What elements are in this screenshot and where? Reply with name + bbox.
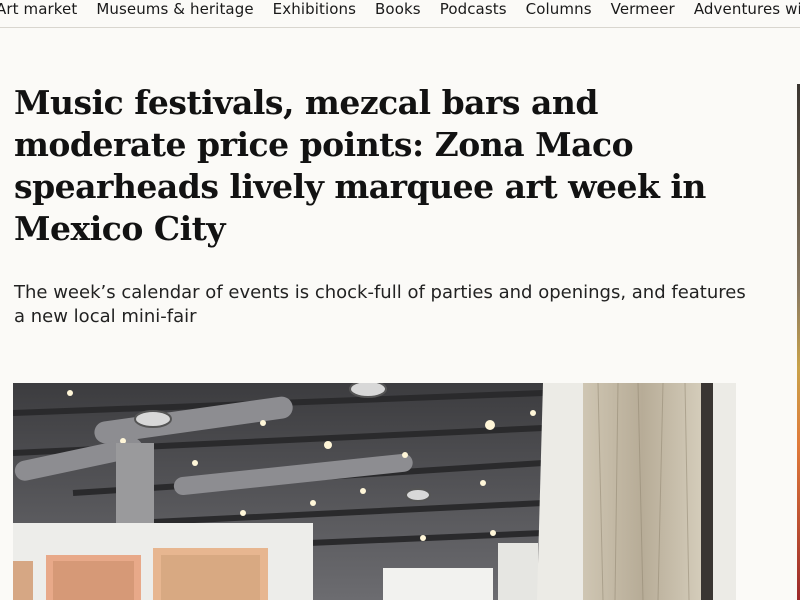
nav-item-adventures[interactable]: Adventures with Va	[694, 0, 800, 18]
article-headline: Music festivals, mezcal bars and moderat…	[14, 83, 706, 248]
nav-item-art-market[interactable]: Art market	[0, 0, 77, 18]
top-navigation: Art market Museums & heritage Exhibition…	[0, 0, 800, 28]
nav-item-columns[interactable]: Columns	[526, 0, 592, 18]
nav-item-exhibitions[interactable]: Exhibitions	[273, 0, 356, 18]
nav-item-books[interactable]: Books	[375, 0, 421, 18]
nav-items: Art market Museums & heritage Exhibition…	[0, 0, 800, 18]
nav-item-vermeer[interactable]: Vermeer	[611, 0, 675, 18]
nav-item-podcasts[interactable]: Podcasts	[440, 0, 507, 18]
article-standfirst: The week’s calendar of events is chock-f…	[14, 282, 746, 327]
nav-item-museums-heritage[interactable]: Museums & heritage	[96, 0, 253, 18]
hero-image	[13, 383, 736, 600]
